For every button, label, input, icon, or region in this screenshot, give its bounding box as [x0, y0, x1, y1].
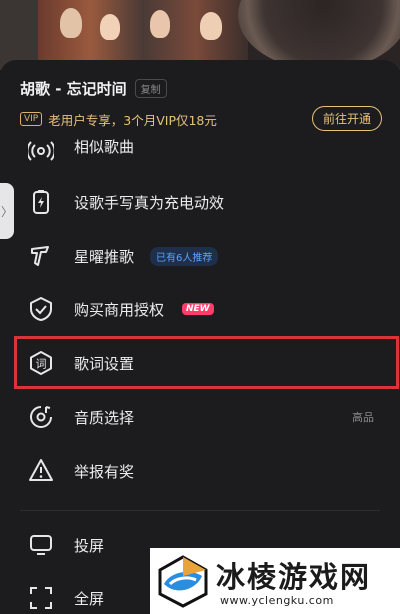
watermark: 冰棱游戏网 www.yclengku.com: [150, 548, 400, 614]
menu-item-label: 购买商用授权: [74, 300, 165, 319]
menu-item-label: 设歌手写真为充电动效: [74, 193, 225, 212]
menu-item-commercial-license[interactable]: 购买商用授权 NEW: [0, 289, 400, 329]
menu-item-label: 全屏: [74, 589, 105, 608]
copy-button[interactable]: 复制: [134, 78, 167, 98]
cast-screen-icon: [30, 535, 52, 555]
menu-item-audio-quality[interactable]: 音质选择 高品: [0, 397, 400, 437]
menu-item-similar-songs[interactable]: 相似歌曲: [0, 130, 400, 166]
vip-promo-banner: VIP 老用户专享，3个月VIP仅18元 前往开通: [20, 106, 382, 131]
menu-item-label: 音质选择: [74, 408, 135, 427]
audio-quality-value: 高品: [352, 411, 374, 424]
shield-check-icon: [30, 297, 52, 321]
menu-item-label: 星曜推歌: [74, 247, 135, 266]
vip-promo-text: 老用户专享，3个月VIP仅18元: [48, 112, 217, 128]
new-badge: NEW: [182, 303, 214, 315]
warning-icon: [29, 459, 53, 481]
star-recommend-icon: [31, 246, 49, 266]
menu-item-label: 相似歌曲: [74, 138, 135, 156]
highlight-box: [14, 336, 399, 389]
battery-charge-icon: [33, 190, 49, 214]
recommend-count-badge: 已有6人推荐: [150, 246, 219, 266]
fullscreen-icon: [30, 587, 52, 609]
song-title: 胡歌 - 忘记时间: [20, 79, 127, 98]
audio-quality-icon: [30, 406, 52, 428]
radio-waves-icon: [28, 141, 54, 161]
menu-item-label: 举报有奖: [74, 462, 135, 481]
vip-open-button[interactable]: 前往开通: [311, 106, 382, 131]
menu-item-label: 投屏: [74, 536, 105, 555]
watermark-logo-icon: [158, 555, 208, 608]
watermark-url: www.yclengku.com: [220, 594, 334, 607]
watermark-title: 冰棱游戏网: [216, 560, 372, 594]
menu-item-charge-animation[interactable]: 设歌手写真为充电动效: [0, 182, 400, 222]
song-header: 胡歌 - 忘记时间 复制: [20, 78, 167, 98]
menu-item-report[interactable]: 举报有奖: [0, 451, 400, 491]
menu-divider: [20, 510, 380, 511]
menu-item-star-recommend[interactable]: 星曜推歌 已有6人推荐: [0, 236, 400, 276]
vip-tag: VIP: [20, 112, 43, 126]
